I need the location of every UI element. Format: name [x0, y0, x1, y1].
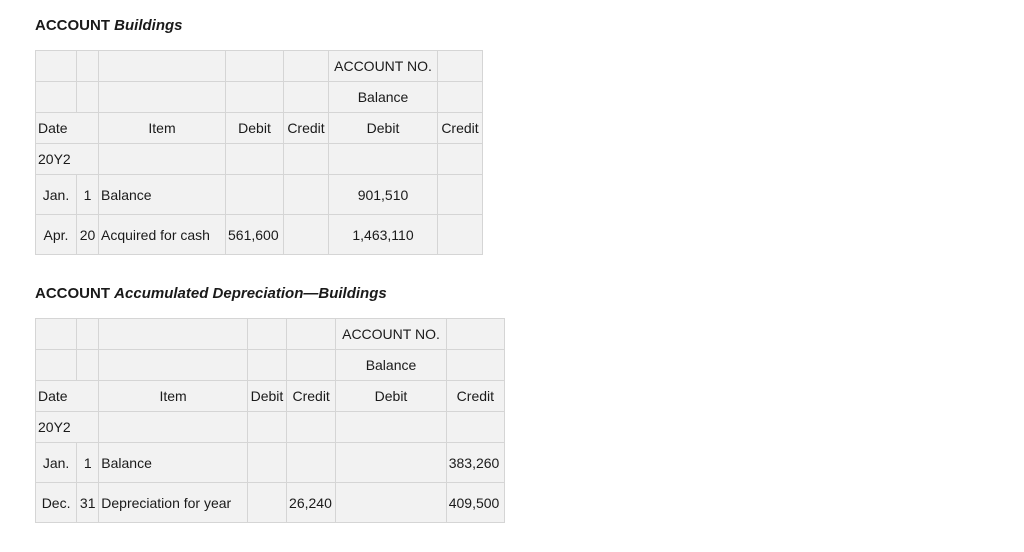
entry-month: Jan. [34, 442, 78, 483]
entry-debit [246, 442, 288, 483]
header-row-balance: Balance [34, 349, 506, 381]
entry-balance-credit: 383,260 [445, 442, 506, 483]
balance-credit-header: Credit [445, 380, 506, 412]
table-row: Dec. 31 Depreciation for year 26,240 409… [34, 482, 506, 523]
entry-day: 31 [76, 482, 100, 523]
header-row-balance: Balance [35, 81, 483, 113]
entry-debit: 561,600 [225, 214, 284, 255]
entry-item: Balance [98, 174, 226, 215]
entry-day: 20 [76, 214, 99, 255]
ledger-table-accumulated-depreciation: ACCOUNT NO. Balance Date Item Debit Cred… [34, 318, 506, 523]
date-header: Date [34, 380, 100, 412]
header-row-columns: Date Item Debit Credit Debit Credit [34, 380, 506, 412]
balance-debit-header: Debit [335, 380, 447, 412]
entry-debit [246, 482, 288, 523]
item-header: Item [98, 380, 248, 412]
entry-month: Apr. [35, 214, 77, 255]
item-header: Item [98, 112, 226, 144]
entry-balance-credit [437, 174, 483, 215]
entry-month: Dec. [34, 482, 78, 523]
entry-day: 1 [76, 442, 100, 483]
ledger-table-buildings: ACCOUNT NO. Balance Date Item Debit Cred… [35, 50, 483, 255]
balance-debit-header: Debit [328, 112, 438, 144]
entry-item: Acquired for cash [98, 214, 226, 255]
account-title-accumulated-depreciation: ACCOUNT Accumulated Depreciation—Buildin… [35, 285, 387, 302]
entry-day: 1 [76, 174, 99, 215]
entry-credit [283, 214, 329, 255]
debit-header: Debit [246, 380, 288, 412]
credit-header: Credit [286, 380, 337, 412]
account-name: Buildings [114, 17, 183, 34]
account-no-label: ACCOUNT NO. [328, 50, 438, 82]
entry-debit [225, 174, 284, 215]
date-header: Date [35, 112, 99, 144]
account-title-buildings: ACCOUNT Buildings [35, 17, 183, 34]
entry-item: Balance [98, 442, 248, 483]
balance-label: Balance [328, 81, 438, 113]
entry-credit [283, 174, 329, 215]
header-row-columns: Date Item Debit Credit Debit Credit [35, 112, 483, 144]
account-prefix: ACCOUNT [35, 17, 110, 34]
year-row: 20Y2 [34, 411, 506, 443]
entry-balance-debit [335, 482, 447, 523]
account-no-label: ACCOUNT NO. [335, 318, 447, 350]
year-row: 20Y2 [35, 143, 483, 175]
balance-label: Balance [335, 349, 447, 381]
balance-credit-header: Credit [437, 112, 483, 144]
header-row-account-no: ACCOUNT NO. [35, 50, 483, 82]
year-label: 20Y2 [34, 411, 100, 443]
table-row: Jan. 1 Balance 383,260 [34, 442, 506, 483]
entry-balance-credit [437, 214, 483, 255]
table-row: Apr. 20 Acquired for cash 561,600 1,463,… [35, 214, 483, 255]
entry-balance-debit: 1,463,110 [328, 214, 438, 255]
account-name: Accumulated Depreciation—Buildings [114, 285, 387, 302]
entry-balance-debit: 901,510 [328, 174, 438, 215]
entry-balance-debit [335, 442, 447, 483]
header-row-account-no: ACCOUNT NO. [34, 318, 506, 350]
year-label: 20Y2 [35, 143, 99, 175]
account-prefix: ACCOUNT [35, 285, 110, 302]
entry-credit [286, 442, 337, 483]
entry-balance-credit: 409,500 [445, 482, 506, 523]
entry-month: Jan. [35, 174, 77, 215]
entry-credit: 26,240 [286, 482, 337, 523]
table-row: Jan. 1 Balance 901,510 [35, 174, 483, 215]
credit-header: Credit [283, 112, 329, 144]
entry-item: Depreciation for year [98, 482, 248, 523]
debit-header: Debit [225, 112, 284, 144]
